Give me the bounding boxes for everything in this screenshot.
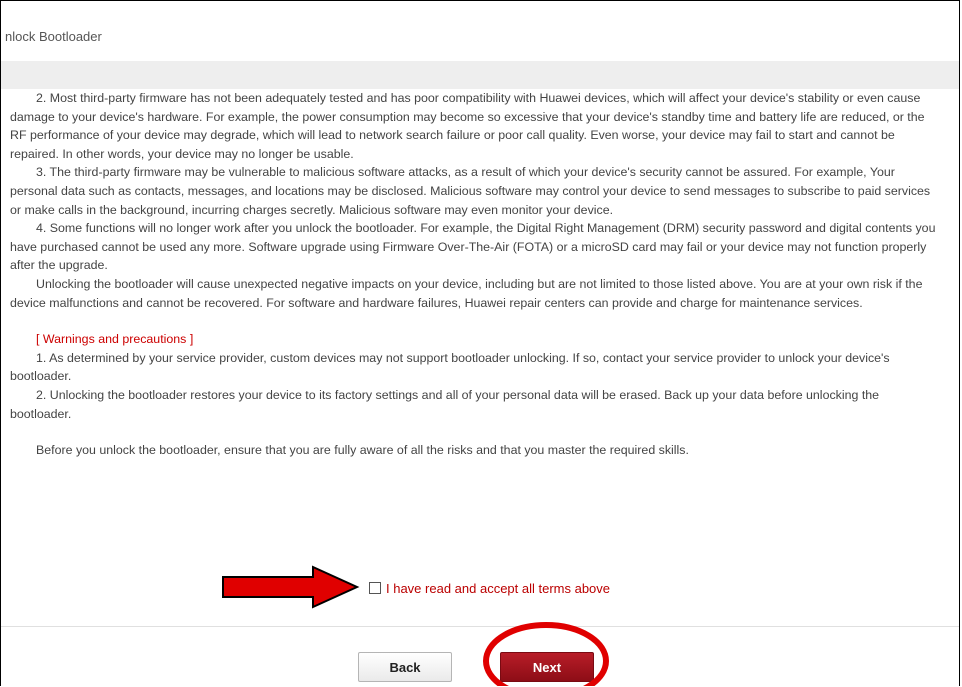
red-circle-annotation xyxy=(483,622,609,686)
back-button[interactable]: Back xyxy=(358,652,452,682)
terms-paragraph-risk: Unlocking the bootloader will cause unex… xyxy=(10,276,923,310)
accept-terms[interactable]: I have read and accept all terms above xyxy=(369,579,610,597)
terms-paragraph-2: 2. Most third-party firmware has not bee… xyxy=(10,91,925,161)
accept-checkbox[interactable] xyxy=(369,582,381,594)
terms-paragraph-4: 4. Some functions will no longer work af… xyxy=(10,221,936,273)
dialog-title: nlock Bootloader xyxy=(5,29,102,44)
terms-paragraph-3: 3. The third-party firmware may be vulne… xyxy=(10,165,931,217)
red-arrow-annotation xyxy=(222,565,360,609)
terms-content: 2. Most third-party firmware has not bee… xyxy=(10,89,942,460)
header-band xyxy=(1,61,959,89)
accept-label: I have read and accept all terms above xyxy=(386,580,611,596)
footer-divider xyxy=(1,626,959,627)
dialog-frame: nlock Bootloader 2. Most third-party fir… xyxy=(0,0,960,686)
warning-2: 2. Unlocking the bootloader restores you… xyxy=(10,387,880,421)
warnings-heading: [ Warnings and precautions ] xyxy=(36,332,194,347)
warning-1: 1. As determined by your service provide… xyxy=(10,350,890,384)
final-notice: Before you unlock the bootloader, ensure… xyxy=(36,443,689,458)
title-bar: nlock Bootloader xyxy=(1,1,959,62)
